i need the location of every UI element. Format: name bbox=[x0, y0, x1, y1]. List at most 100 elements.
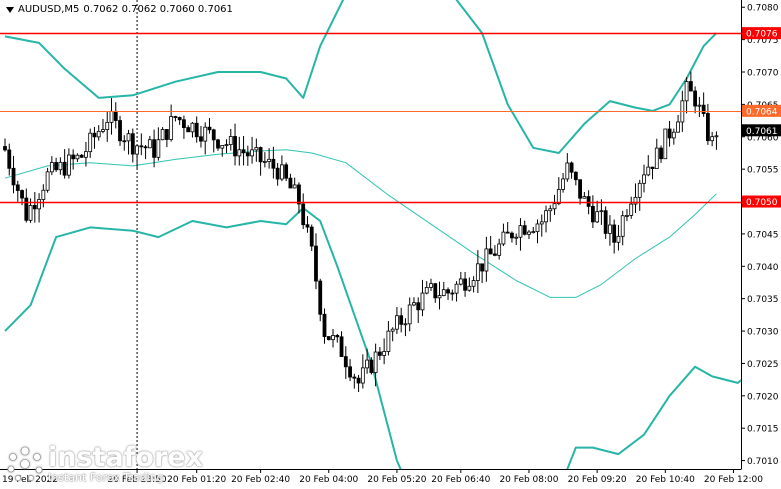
candle-body bbox=[71, 154, 76, 160]
candle-body bbox=[467, 285, 472, 291]
candle-body bbox=[109, 110, 114, 123]
time-tick-label: 20 Feb 10:40 bbox=[636, 475, 695, 485]
candle-body bbox=[20, 190, 24, 199]
candle-body bbox=[92, 132, 97, 138]
candle-body bbox=[377, 351, 382, 356]
candle-body bbox=[250, 149, 254, 157]
candle-body bbox=[475, 263, 480, 281]
candle-body bbox=[416, 302, 421, 311]
candle-body bbox=[3, 146, 7, 151]
candle-body bbox=[441, 289, 446, 296]
candle-body bbox=[335, 335, 340, 338]
time-tick-label: 20 Feb 04:00 bbox=[299, 475, 358, 485]
candle-body bbox=[688, 81, 693, 92]
candle-body bbox=[586, 196, 591, 207]
time-tick-label: 20 Feb 06:40 bbox=[431, 475, 490, 485]
candle-body bbox=[203, 126, 208, 142]
candle-body bbox=[58, 161, 63, 171]
candle-body bbox=[11, 167, 16, 186]
candle-body bbox=[446, 289, 450, 294]
dropdown-triangle-icon[interactable] bbox=[6, 6, 14, 13]
candle-body bbox=[616, 235, 621, 243]
candle-body bbox=[79, 154, 84, 158]
candle-body bbox=[650, 166, 655, 169]
candle-body bbox=[15, 184, 20, 191]
candle-body bbox=[237, 149, 242, 157]
candle-body bbox=[186, 127, 191, 133]
candle-body bbox=[646, 166, 651, 176]
candle-body bbox=[275, 167, 280, 180]
support-level-label: 0.7050 bbox=[746, 198, 778, 208]
candle-body bbox=[578, 179, 582, 199]
candle-body bbox=[228, 136, 233, 145]
candle-body bbox=[28, 204, 33, 221]
candle-body bbox=[599, 210, 604, 213]
candle-body bbox=[556, 189, 561, 205]
candle-body bbox=[510, 232, 514, 239]
candle-body bbox=[301, 203, 306, 226]
candle-body bbox=[429, 283, 433, 288]
time-tick-label: 20 Feb 09:20 bbox=[568, 475, 627, 485]
candle bbox=[663, 128, 668, 160]
candle-body bbox=[497, 243, 502, 256]
candle-body bbox=[484, 248, 489, 272]
watermark-tagline: Instant Forex Trading bbox=[48, 471, 164, 484]
symbol-name: AUDUSD,M5 bbox=[18, 4, 80, 15]
candle-body bbox=[390, 328, 395, 332]
candle-body bbox=[169, 116, 174, 140]
candle-body bbox=[603, 210, 608, 234]
candle-body bbox=[412, 302, 416, 306]
candle-body bbox=[535, 223, 540, 233]
candle-body bbox=[339, 336, 344, 357]
candle-body bbox=[314, 245, 318, 282]
candle-body bbox=[608, 224, 612, 234]
candle-body bbox=[67, 154, 71, 176]
candle-body bbox=[147, 139, 152, 149]
candle-body bbox=[41, 189, 46, 200]
candle-body bbox=[326, 336, 331, 341]
candle-body bbox=[24, 197, 29, 221]
price-tick-label: 0.7035 bbox=[747, 295, 779, 305]
candle-body bbox=[352, 376, 357, 379]
candle-body bbox=[322, 313, 327, 337]
candle-body bbox=[105, 121, 110, 131]
candle-body bbox=[177, 117, 182, 121]
candle-body bbox=[84, 151, 88, 158]
candle-body bbox=[305, 224, 310, 228]
candle-body bbox=[714, 135, 719, 138]
candle-body bbox=[697, 104, 702, 107]
time-tick-label: 20 Feb 02:40 bbox=[231, 475, 290, 485]
price-chart[interactable]: 0.70800.70750.70700.70650.70600.70550.70… bbox=[0, 0, 781, 489]
candle-body bbox=[399, 315, 404, 325]
candle-body bbox=[356, 377, 361, 384]
candle-body bbox=[101, 129, 105, 132]
candle-body bbox=[710, 136, 715, 142]
candle-body bbox=[126, 133, 131, 142]
candle-body bbox=[62, 161, 67, 176]
candle-body bbox=[488, 248, 493, 255]
price-tick-label: 0.7055 bbox=[747, 166, 779, 176]
candle-body bbox=[173, 116, 178, 118]
candle-body bbox=[501, 231, 506, 245]
candle-body bbox=[625, 214, 629, 217]
candle-body bbox=[492, 253, 497, 256]
candle-body bbox=[318, 280, 323, 315]
candle-body bbox=[331, 335, 335, 341]
candle-body bbox=[190, 122, 195, 133]
candle-body bbox=[156, 139, 161, 158]
candle-body bbox=[403, 323, 408, 326]
price-tick-label: 0.7015 bbox=[747, 425, 779, 435]
candle-body bbox=[684, 81, 689, 102]
candle-body bbox=[565, 162, 570, 180]
price-tick-label: 0.7045 bbox=[747, 230, 779, 240]
current-level-label: 0.7064 bbox=[746, 107, 778, 117]
candle-body bbox=[424, 287, 429, 294]
candle-body bbox=[552, 203, 557, 210]
candle-body bbox=[433, 283, 438, 299]
candle-body bbox=[522, 225, 527, 235]
candle-body bbox=[139, 145, 144, 148]
candle-body bbox=[642, 174, 646, 184]
candle-body bbox=[122, 140, 127, 143]
price-tick-label: 0.7010 bbox=[747, 457, 779, 467]
candle-body bbox=[254, 147, 259, 151]
